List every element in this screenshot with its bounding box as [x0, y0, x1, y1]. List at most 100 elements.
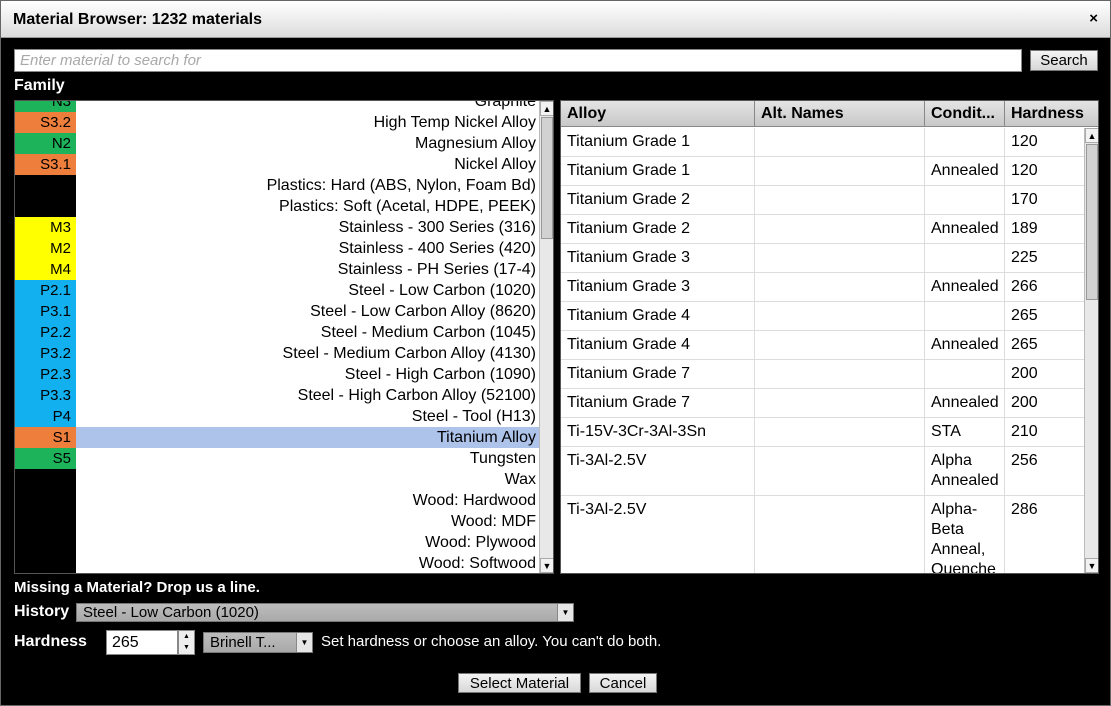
search-input[interactable]: [14, 49, 1022, 72]
table-row[interactable]: Titanium Grade 4 Annealed 265: [561, 331, 1085, 360]
family-item[interactable]: Wood: Softwood: [15, 553, 540, 573]
family-name: Wood: Softwood: [418, 555, 536, 572]
family-item[interactable]: S3.2 High Temp Nickel Alloy: [15, 112, 540, 133]
family-name: Steel - Low Carbon Alloy (8620): [310, 303, 536, 320]
material-browser-dialog: Material Browser: 1232 materials × Searc…: [0, 0, 1111, 706]
family-code-badge: [15, 511, 76, 532]
table-row[interactable]: Titanium Grade 1 120: [561, 128, 1085, 157]
scroll-up-icon[interactable]: ▲: [540, 101, 553, 116]
column-header-condition[interactable]: Condit...: [925, 101, 1005, 127]
alt-names-cell: [755, 360, 925, 388]
family-item[interactable]: P3.1 Steel - Low Carbon Alloy (8620): [15, 301, 540, 322]
family-item[interactable]: Wax: [15, 469, 540, 490]
family-name: Graphite: [474, 100, 536, 110]
family-code-badge: P3.3: [15, 385, 76, 406]
chevron-down-icon[interactable]: ▼: [296, 633, 312, 652]
family-item[interactable]: M4 Stainless - PH Series (17-4): [15, 259, 540, 280]
hardness-spinner[interactable]: ▲ ▼: [178, 630, 195, 655]
hardness-scale-dropdown[interactable]: Brinell T... ▼: [203, 632, 313, 653]
family-list[interactable]: N3 Graphite S3.2 High Temp Nickel Alloy N2 Ma…: [14, 100, 554, 574]
condition-cell: [925, 244, 1005, 272]
column-header-hardness[interactable]: Hardness: [1005, 101, 1098, 127]
family-item[interactable]: S5 Tungsten: [15, 448, 540, 469]
table-row[interactable]: Titanium Grade 4 265: [561, 302, 1085, 331]
family-item[interactable]: M2 Stainless - 400 Series (420): [15, 238, 540, 259]
alt-names-cell: [755, 496, 925, 573]
hardness-input[interactable]: [106, 630, 178, 655]
alloy-cell: Ti-3Al-2.5V: [561, 496, 755, 573]
alt-names-cell: [755, 389, 925, 417]
condition-cell: [925, 302, 1005, 330]
family-item[interactable]: N3 Graphite: [15, 100, 540, 112]
condition-cell: Annealed: [925, 157, 1005, 185]
hardness-cell: 120: [1011, 162, 1038, 179]
family-code-badge: S1: [15, 427, 76, 448]
family-item[interactable]: M3 Stainless - 300 Series (316): [15, 217, 540, 238]
alloy-scrollbar[interactable]: ▲ ▼: [1084, 128, 1098, 573]
table-row[interactable]: Titanium Grade 1 Annealed 120: [561, 157, 1085, 186]
condition-cell: Alpha Annealed: [925, 447, 1005, 495]
family-item[interactable]: Plastics: Hard (ABS, Nylon, Foam Bd): [15, 175, 540, 196]
family-item[interactable]: Plastics: Soft (Acetal, HDPE, PEEK): [15, 196, 540, 217]
spin-up-icon[interactable]: ▲: [179, 631, 194, 642]
family-item[interactable]: N2 Magnesium Alloy: [15, 133, 540, 154]
family-item[interactable]: S1 Titanium Alloy: [15, 427, 540, 448]
table-row[interactable]: Ti-3Al-2.5V Alpha-Beta Anneal, Quenche 286: [561, 496, 1085, 573]
table-row[interactable]: Titanium Grade 7 Annealed 200: [561, 389, 1085, 418]
missing-material-link[interactable]: Missing a Material? Drop us a line.: [14, 579, 260, 596]
family-code-badge: N2: [15, 133, 76, 154]
family-item[interactable]: Wood: Hardwood: [15, 490, 540, 511]
spin-down-icon[interactable]: ▼: [179, 642, 194, 653]
family-item[interactable]: S3.1 Nickel Alloy: [15, 154, 540, 175]
alloy-cell: Titanium Grade 1: [561, 157, 755, 185]
scroll-thumb[interactable]: [541, 117, 553, 239]
column-header-alloy[interactable]: Alloy: [561, 101, 755, 127]
table-row[interactable]: Titanium Grade 3 Annealed 266: [561, 273, 1085, 302]
table-row[interactable]: Ti-15V-3Cr-3Al-3Sn STA 210: [561, 418, 1085, 447]
family-item[interactable]: P2.2 Steel - Medium Carbon (1045): [15, 322, 540, 343]
close-icon[interactable]: ×: [1089, 10, 1098, 27]
family-code-badge: [15, 175, 76, 196]
family-item[interactable]: P2.1 Steel - Low Carbon (1020): [15, 280, 540, 301]
alloy-cell: Titanium Grade 1: [561, 128, 755, 156]
scroll-down-icon[interactable]: ▼: [1085, 558, 1098, 573]
family-name: High Temp Nickel Alloy: [373, 114, 536, 131]
family-code-badge: S3.1: [15, 154, 76, 175]
family-name: Wax: [504, 471, 536, 488]
title-bar: Material Browser: 1232 materials ×: [1, 1, 1110, 38]
family-item[interactable]: Wood: Plywood: [15, 532, 540, 553]
history-dropdown[interactable]: Steel - Low Carbon (1020) ▼: [76, 603, 574, 622]
family-item[interactable]: P2.3 Steel - High Carbon (1090): [15, 364, 540, 385]
family-item[interactable]: P3.2 Steel - Medium Carbon Alloy (4130): [15, 343, 540, 364]
family-name: Stainless - 300 Series (316): [338, 219, 536, 236]
alt-names-cell: [755, 128, 925, 156]
family-item[interactable]: P4 Steel - Tool (H13): [15, 406, 540, 427]
table-row[interactable]: Titanium Grade 2 Annealed 189: [561, 215, 1085, 244]
alloy-cell: Titanium Grade 7: [561, 389, 755, 417]
family-item[interactable]: Wood: MDF: [15, 511, 540, 532]
hardness-hint: Set hardness or choose an alloy. You can…: [321, 633, 662, 650]
column-header-alt-names[interactable]: Alt. Names: [755, 101, 925, 127]
family-name: Nickel Alloy: [454, 156, 536, 173]
family-scrollbar[interactable]: ▲ ▼: [539, 101, 553, 573]
scroll-down-icon[interactable]: ▼: [540, 558, 553, 573]
chevron-down-icon[interactable]: ▼: [557, 604, 573, 621]
table-row[interactable]: Titanium Grade 3 225: [561, 244, 1085, 273]
alt-names-cell: [755, 302, 925, 330]
scroll-up-icon[interactable]: ▲: [1085, 128, 1098, 143]
cancel-button[interactable]: Cancel: [589, 673, 657, 693]
hardness-cell: 189: [1011, 220, 1038, 237]
alloy-cell: Titanium Grade 3: [561, 244, 755, 272]
family-item[interactable]: P3.3 Steel - High Carbon Alloy (52100): [15, 385, 540, 406]
alt-names-cell: [755, 418, 925, 446]
search-button[interactable]: Search: [1030, 50, 1098, 71]
hardness-cell: 286: [1011, 501, 1038, 518]
alt-names-cell: [755, 215, 925, 243]
condition-cell: [925, 186, 1005, 214]
table-row[interactable]: Ti-3Al-2.5V Alpha Annealed 256: [561, 447, 1085, 496]
table-row[interactable]: Titanium Grade 7 200: [561, 360, 1085, 389]
select-material-button[interactable]: Select Material: [458, 673, 581, 693]
table-row[interactable]: Titanium Grade 2 170: [561, 186, 1085, 215]
scroll-thumb[interactable]: [1086, 144, 1098, 300]
family-name: Wood: Hardwood: [412, 492, 536, 509]
